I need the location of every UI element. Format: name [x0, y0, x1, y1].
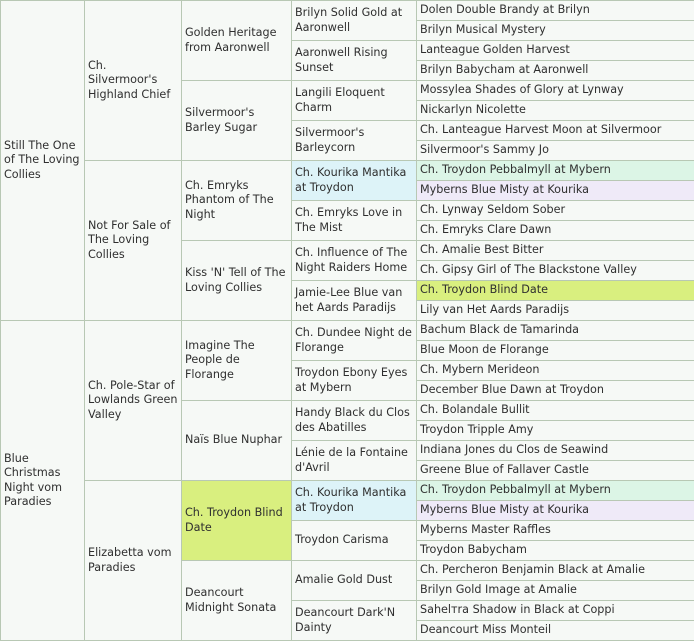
gen5-cell-duplicate[interactable]: Myberns Blue Misty at Kourika	[417, 181, 694, 201]
pedigree-row: Still The One of The Loving Collies Ch. …	[1, 1, 694, 21]
gen4-cell[interactable]: Brilyn Solid Gold at Aaronwell	[292, 1, 417, 41]
gen4-cell[interactable]: Aaronwell Rising Sunset	[292, 41, 417, 81]
gen2-dam-dam-cell[interactable]: Elizabetta vom Paradies	[85, 481, 182, 641]
gen4-cell[interactable]: Langili Eloquent Charm	[292, 81, 417, 121]
gen5-cell[interactable]: Dolen Double Brandy at Brilyn	[417, 1, 694, 21]
gen5-cell[interactable]: Ch. Bolandale Bullit	[417, 401, 694, 421]
gen5-cell[interactable]: December Blue Dawn at Troydon	[417, 381, 694, 401]
gen5-cell[interactable]: Ch. Percheron Benjamin Black at Amalie	[417, 561, 694, 581]
gen2-dam-sire-cell[interactable]: Ch. Pole-Star of Lowlands Green Valley	[85, 321, 182, 481]
gen5-cell[interactable]: Brilyn Gold Image at Amalie	[417, 581, 694, 601]
gen1-dam-cell[interactable]: Blue Christmas Night vom Paradies	[1, 321, 85, 641]
gen4-cell[interactable]: Deancourt Dark'N Dainty	[292, 601, 417, 641]
gen4-cell-duplicate[interactable]: Ch. Kourika Mantika at Troydon	[292, 481, 417, 521]
pedigree-row: Elizabetta vom Paradies Ch. Troydon Blin…	[1, 481, 694, 501]
gen3-cell[interactable]: Deancourt Midnight Sonata	[182, 561, 292, 641]
gen5-cell[interactable]: Ch. Mybern Merideon	[417, 361, 694, 381]
gen4-cell[interactable]: Troydon Ebony Eyes at Mybern	[292, 361, 417, 401]
gen5-cell[interactable]: Ch. Amalie Best Bitter	[417, 241, 694, 261]
gen5-cell[interactable]: Lily van Het Aards Paradijs	[417, 301, 694, 321]
gen5-cell[interactable]: Troydon Tripple Amy	[417, 421, 694, 441]
gen5-cell[interactable]: Myberns Master Raffles	[417, 521, 694, 541]
gen2-sire-sire-cell[interactable]: Ch. Silvermoor's Highland Chief	[85, 1, 182, 161]
gen3-cell[interactable]: Imagine The People de Florange	[182, 321, 292, 401]
gen5-cell[interactable]: Sahelтra Shadow in Black at Coppi	[417, 601, 694, 621]
gen5-cell[interactable]: Mossylea Shades of Glory at Lynway	[417, 81, 694, 101]
gen5-cell-duplicate[interactable]: Ch. Troydon Pebbalmyll at Mybern	[417, 481, 694, 501]
gen5-cell[interactable]: Blue Moon de Florange	[417, 341, 694, 361]
gen4-cell[interactable]: Ch. Influence of The Night Raiders Home	[292, 241, 417, 281]
gen4-cell[interactable]: Troydon Carisma	[292, 521, 417, 561]
gen3-cell[interactable]: Golden Heritage from Aaronwell	[182, 1, 292, 81]
gen5-cell[interactable]: Nickarlyn Nicolette	[417, 101, 694, 121]
gen3-cell[interactable]: Silvermoor's Barley Sugar	[182, 81, 292, 161]
gen4-cell[interactable]: Lénie de la Fontaine d'Avril	[292, 441, 417, 481]
gen3-cell[interactable]: Ch. Emryks Phantom of The Night	[182, 161, 292, 241]
gen3-cell-duplicate[interactable]: Ch. Troydon Blind Date	[182, 481, 292, 561]
gen4-cell[interactable]: Silvermoor's Barleycorn	[292, 121, 417, 161]
gen5-cell[interactable]: Silvermoor's Sammy Jo	[417, 141, 694, 161]
gen4-cell[interactable]: Handy Black du Clos des Abatilles	[292, 401, 417, 441]
gen5-cell[interactable]: Brilyn Musical Mystery	[417, 21, 694, 41]
gen5-cell[interactable]: Indiana Jones du Clos de Seawind	[417, 441, 694, 461]
pedigree-row: Not For Sale of The Loving Collies Ch. E…	[1, 161, 694, 181]
gen5-cell[interactable]: Bachum Black de Tamarinda	[417, 321, 694, 341]
gen2-sire-dam-cell[interactable]: Not For Sale of The Loving Collies	[85, 161, 182, 321]
pedigree-row: Blue Christmas Night vom Paradies Ch. Po…	[1, 321, 694, 341]
gen4-cell[interactable]: Ch. Emryks Love in The Mist	[292, 201, 417, 241]
gen5-cell[interactable]: Ch. Lynway Seldom Sober	[417, 201, 694, 221]
gen4-cell[interactable]: Amalie Gold Dust	[292, 561, 417, 601]
gen5-cell[interactable]: Deancourt Miss Monteil	[417, 621, 694, 641]
gen1-sire-cell[interactable]: Still The One of The Loving Collies	[1, 1, 85, 321]
gen5-cell[interactable]: Lanteague Golden Harvest	[417, 41, 694, 61]
gen5-cell[interactable]: Ch. Gipsy Girl of The Blackstone Valley	[417, 261, 694, 281]
gen3-cell[interactable]: Kiss 'N' Tell of The Loving Collies	[182, 241, 292, 321]
gen5-cell-duplicate[interactable]: Myberns Blue Misty at Kourika	[417, 501, 694, 521]
gen5-cell[interactable]: Troydon Babycham	[417, 541, 694, 561]
gen5-cell-duplicate[interactable]: Ch. Troydon Pebbalmyll at Mybern	[417, 161, 694, 181]
gen5-cell[interactable]: Greene Blue of Fallaver Castle	[417, 461, 694, 481]
gen4-cell[interactable]: Ch. Dundee Night de Florange	[292, 321, 417, 361]
gen3-cell[interactable]: Naïs Blue Nuphar	[182, 401, 292, 481]
gen5-cell[interactable]: Ch. Emryks Clare Dawn	[417, 221, 694, 241]
gen4-cell-duplicate[interactable]: Ch. Kourika Mantika at Troydon	[292, 161, 417, 201]
gen5-cell[interactable]: Brilyn Babycham at Aaronwell	[417, 61, 694, 81]
gen4-cell[interactable]: Jamie-Lee Blue van het Aards Paradijs	[292, 281, 417, 321]
gen5-cell-duplicate[interactable]: Ch. Troydon Blind Date	[417, 281, 694, 301]
gen5-cell[interactable]: Ch. Lanteague Harvest Moon at Silvermoor	[417, 121, 694, 141]
pedigree-table: Still The One of The Loving Collies Ch. …	[0, 0, 694, 641]
